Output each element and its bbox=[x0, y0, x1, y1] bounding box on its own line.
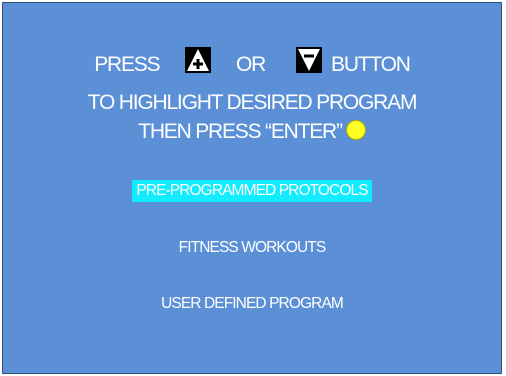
instruction-line-2: TO HIGHLIGHT DESIRED PROGRAM bbox=[87, 91, 418, 114]
menu-item-label: PRE-PROGRAMMED PROTOCOLS bbox=[132, 180, 372, 202]
menu-item-fitness-workouts[interactable]: FITNESS WORKOUTS bbox=[3, 237, 501, 259]
down-arrow-button-icon[interactable] bbox=[296, 47, 323, 74]
menu-item-label: FITNESS WORKOUTS bbox=[178, 239, 327, 256]
button-text: BUTTON bbox=[331, 53, 411, 77]
instruction-line-3: THEN PRESS “ENTER” bbox=[3, 120, 501, 144]
menu-item-label: USER DEFINED PROGRAM bbox=[161, 295, 344, 312]
enter-button-icon[interactable] bbox=[345, 120, 366, 141]
program-select-screen: PRESS OR BUTTON TO HIGHLIGHT DESIRED PRO… bbox=[2, 2, 502, 374]
press-text: PRESS bbox=[94, 53, 160, 77]
up-arrow-button-icon[interactable] bbox=[184, 47, 211, 74]
or-text: OR bbox=[235, 53, 266, 77]
instruction-line-1: PRESS OR BUTTON bbox=[3, 47, 501, 77]
then-press-enter-text: THEN PRESS “ENTER” bbox=[138, 120, 343, 144]
menu-item-pre-programmed-protocols[interactable]: PRE-PROGRAMMED PROTOCOLS bbox=[3, 180, 501, 202]
menu-item-user-defined-program[interactable]: USER DEFINED PROGRAM bbox=[3, 293, 501, 315]
